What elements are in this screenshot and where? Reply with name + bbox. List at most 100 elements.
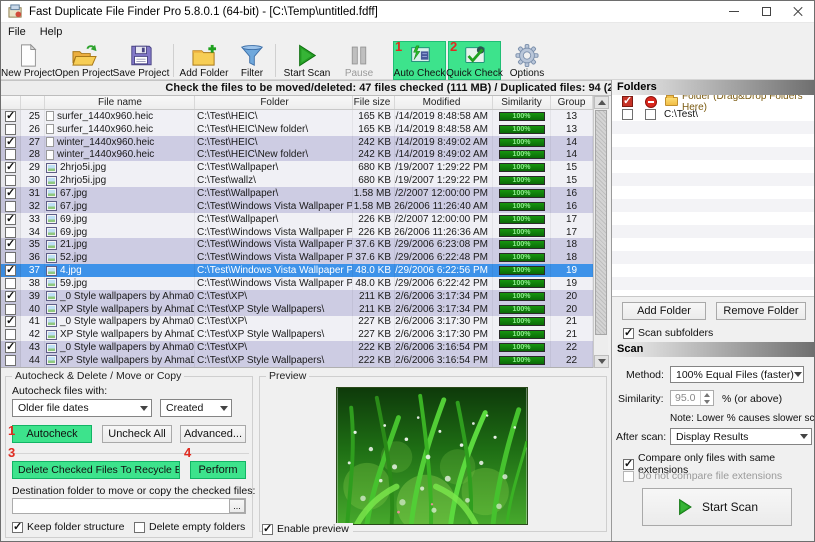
table-row[interactable]: 39_0 Style wallpapers by Ahma0 003.jpgC:… — [1, 290, 593, 303]
keep-structure-checkbox[interactable] — [12, 522, 23, 533]
table-row[interactable]: 3167.jpgC:\Test\Wallpaper\1.58 MB2/2/200… — [1, 187, 593, 200]
new-project-button[interactable]: New Project — [1, 41, 55, 80]
similarity-value: 100% — [513, 293, 531, 300]
table-row[interactable]: 40XP Style wallpapers by AhmaD 003.jpgC:… — [1, 303, 593, 316]
row-checkbox[interactable] — [5, 239, 16, 250]
table-row[interactable]: 28winter_1440x960.heicC:\Test\HEIC\New f… — [1, 149, 593, 162]
table-row[interactable]: 41_0 Style wallpapers by Ahma0 004.jpgC:… — [1, 316, 593, 329]
column-header[interactable]: Folder — [195, 96, 353, 109]
file-size-cell: 222 KB — [353, 341, 395, 354]
similarity-cell: 100% — [493, 123, 551, 136]
method-select[interactable]: 100% Equal Files (faster) — [670, 366, 804, 383]
include-all-checkbox[interactable] — [622, 96, 633, 107]
similarity-spinner[interactable]: 95.0 — [670, 390, 714, 406]
row-checkbox[interactable] — [5, 124, 16, 135]
table-row[interactable]: 25surfer_1440x960.heicC:\Test\HEIC\165 K… — [1, 110, 593, 123]
scrollbar-thumb[interactable] — [595, 110, 607, 335]
after-scan-select[interactable]: Display Results — [670, 428, 812, 445]
file-name-cell: 69.jpg — [45, 226, 195, 239]
row-checkbox[interactable] — [5, 252, 16, 263]
autocheck-action-button[interactable]: Autocheck — [12, 425, 92, 443]
filter-button[interactable]: Filter — [231, 41, 273, 80]
row-checkbox[interactable] — [5, 227, 16, 238]
table-row[interactable]: 3469.jpgC:\Test\Windows Vista Wallpaper … — [1, 226, 593, 239]
table-row[interactable]: 42XP Style wallpapers by AhmaD 004.jpgC:… — [1, 328, 593, 341]
perform-button[interactable]: Perform — [190, 461, 246, 479]
scan-subfolders-checkbox[interactable] — [623, 328, 634, 339]
autocheck-with-label: Autocheck files with: — [12, 385, 107, 397]
delete-empty-checkbox[interactable] — [134, 522, 145, 533]
advanced-button[interactable]: Advanced... — [180, 425, 246, 443]
table-row[interactable]: 44XP Style wallpapers by AhmaD 005.jpgC:… — [1, 354, 593, 367]
table-row[interactable]: 3652.jpgC:\Test\Windows Vista Wallpaper … — [1, 251, 593, 264]
enable-preview-checkbox[interactable] — [262, 524, 273, 535]
table-row[interactable]: 3267.jpgC:\Test\Windows Vista Wallpaper … — [1, 200, 593, 213]
column-header[interactable]: Group — [551, 96, 593, 109]
autocheck-criteria-select[interactable]: Older file dates — [12, 399, 152, 417]
scroll-down-icon[interactable] — [594, 355, 609, 368]
row-checkbox[interactable] — [5, 137, 16, 148]
column-header[interactable] — [1, 96, 21, 109]
quick-check-button[interactable]: 2 Quick Check — [448, 41, 501, 80]
row-checkbox[interactable] — [5, 201, 16, 212]
row-checkbox[interactable] — [5, 291, 16, 302]
folder-exclude-checkbox[interactable] — [645, 109, 656, 120]
row-checkbox[interactable] — [5, 175, 16, 186]
row-checkbox[interactable] — [5, 162, 16, 173]
menu-help[interactable]: Help — [33, 23, 70, 41]
row-checkbox[interactable] — [5, 329, 16, 340]
start-scan-main-button[interactable]: Start Scan — [642, 488, 792, 526]
row-checkbox[interactable] — [5, 342, 16, 353]
auto-check-button[interactable]: 1 Auto Check — [393, 41, 446, 80]
column-header[interactable]: Modified — [395, 96, 493, 109]
folder-include-checkbox[interactable] — [622, 109, 633, 120]
table-row[interactable]: 3369.jpgC:\Test\Wallpaper\226 KB2/2/2007… — [1, 213, 593, 226]
table-row[interactable]: 292hrjo5i.jpgC:\Test\Wallpaper\680 KB2/1… — [1, 161, 593, 174]
similarity-bar: 100% — [499, 228, 545, 237]
add-folder-panel-button[interactable]: Add Folder — [622, 302, 706, 320]
row-checkbox[interactable] — [5, 214, 16, 225]
row-checkbox[interactable] — [5, 111, 16, 122]
table-row[interactable]: 27winter_1440x960.heicC:\Test\HEIC\242 K… — [1, 136, 593, 149]
browse-destination-button[interactable]: ... — [229, 499, 245, 513]
compare-same-ext-checkbox[interactable] — [623, 459, 634, 470]
row-checkbox[interactable] — [5, 278, 16, 289]
table-row[interactable]: 374.jpgC:\Test\Windows Vista Wallpaper P… — [1, 264, 593, 277]
row-checkbox-cell — [1, 213, 21, 226]
add-folder-button[interactable]: Add Folder — [177, 41, 231, 80]
start-scan-toolbar-button[interactable]: Start Scan — [281, 41, 333, 80]
table-row[interactable]: 3859.jpgC:\Test\Windows Vista Wallpaper … — [1, 277, 593, 290]
save-project-button[interactable]: Save Project — [113, 41, 169, 80]
table-row[interactable]: 26surfer_1440x960.heicC:\Test\HEIC\New f… — [1, 123, 593, 136]
uncheck-all-button[interactable]: Uncheck All — [102, 425, 172, 443]
table-scrollbar[interactable] — [593, 96, 608, 368]
open-project-button[interactable]: Open Project — [55, 41, 113, 80]
row-checkbox[interactable] — [5, 304, 16, 315]
table-row[interactable]: 43_0 Style wallpapers by Ahma0 005.jpgC:… — [1, 341, 593, 354]
date-type-select[interactable]: Created — [160, 399, 232, 417]
table-row[interactable]: 3521.jpgC:\Test\Windows Vista Wallpaper … — [1, 238, 593, 251]
column-header[interactable]: File name — [45, 96, 195, 109]
column-header[interactable]: File size — [353, 96, 395, 109]
options-button[interactable]: Options — [505, 41, 549, 80]
table-row[interactable]: 302hrjo5i.jpgC:\Test\wallz\680 KB2/19/20… — [1, 174, 593, 187]
scroll-up-icon[interactable] — [594, 96, 609, 109]
row-checkbox[interactable] — [5, 188, 16, 199]
maximize-button[interactable] — [750, 1, 782, 22]
close-button[interactable] — [782, 1, 814, 22]
spinner-arrows[interactable] — [700, 391, 713, 405]
row-checkbox[interactable] — [5, 355, 16, 366]
minimize-button[interactable] — [718, 1, 750, 22]
similarity-value: 100% — [513, 177, 531, 184]
remove-folder-button[interactable]: Remove Folder — [716, 302, 806, 320]
column-header[interactable]: Similarity — [493, 96, 551, 109]
row-checkbox[interactable] — [5, 265, 16, 276]
checked-files-action-select[interactable]: Delete Checked Files To Recycle Bin — [12, 461, 180, 479]
menu-file[interactable]: File — [1, 23, 33, 41]
row-checkbox[interactable] — [5, 316, 16, 327]
folders-header-row[interactable]: Folder (Drag&Drop Folders Here) — [612, 95, 815, 108]
destination-input[interactable] — [12, 498, 246, 514]
modified-cell: 2/19/2007 1:29:22 PM — [395, 161, 493, 174]
row-checkbox[interactable] — [5, 149, 16, 160]
column-header[interactable] — [21, 96, 45, 109]
